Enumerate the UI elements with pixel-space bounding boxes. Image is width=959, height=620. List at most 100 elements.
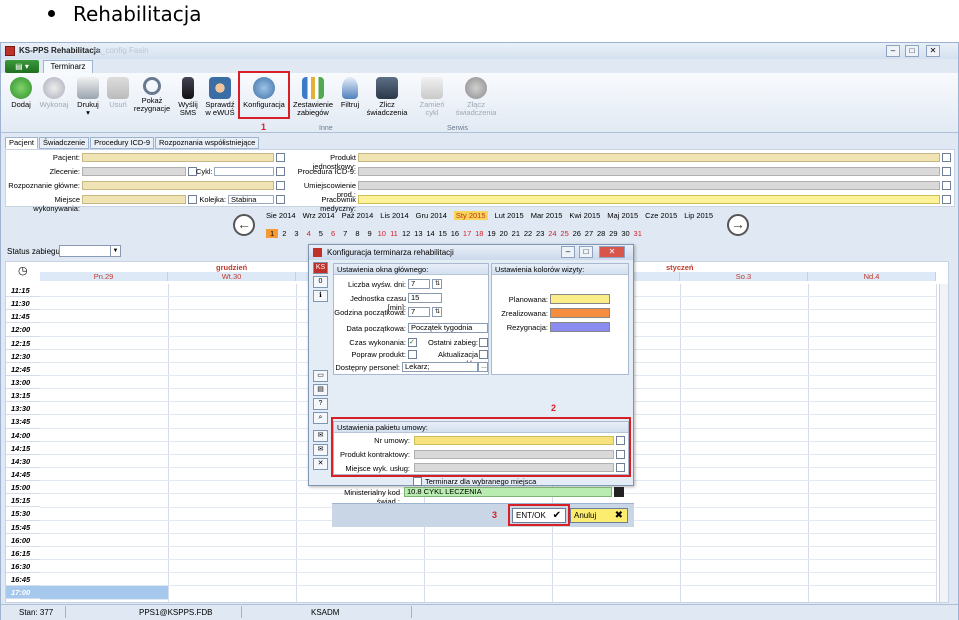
day-8[interactable]: 8 <box>351 229 363 238</box>
day-26[interactable]: 26 <box>571 229 583 238</box>
day-2[interactable]: 2 <box>278 229 290 238</box>
dialog-maximize-button[interactable]: □ <box>579 246 593 258</box>
tab-pacjent[interactable]: Pacjent <box>5 137 39 149</box>
tab-swiadczenie[interactable]: Świadczenie <box>39 137 90 149</box>
jednostka-select[interactable]: 15 <box>408 293 442 303</box>
day-30[interactable]: 30 <box>619 229 631 238</box>
mail-send-icon[interactable]: ✉ <box>313 444 328 456</box>
popraw-checkbox[interactable] <box>408 350 417 359</box>
day-29[interactable]: 29 <box>607 229 619 238</box>
zero-icon[interactable]: 0 <box>313 276 328 288</box>
day-11[interactable]: 11 <box>388 229 400 238</box>
day-25[interactable]: 25 <box>559 229 571 238</box>
day-21[interactable]: 21 <box>510 229 522 238</box>
month-0[interactable]: Sie 2014 <box>266 211 296 220</box>
status-select[interactable]: ▼ <box>59 245 121 257</box>
mail-icon[interactable]: ✉ <box>313 430 328 442</box>
filter-button[interactable]: Filtruj <box>337 77 363 109</box>
time-slot-row[interactable] <box>40 534 937 547</box>
day-5[interactable]: 5 <box>315 229 327 238</box>
dostepny-picker[interactable]: … <box>478 362 488 372</box>
day-16[interactable]: 16 <box>449 229 461 238</box>
help-icon[interactable]: ? <box>313 398 328 410</box>
day-19[interactable]: 19 <box>485 229 497 238</box>
tab-procedury[interactable]: Procedury ICD-9 <box>90 137 154 149</box>
day-13[interactable]: 13 <box>412 229 424 238</box>
day-27[interactable]: 27 <box>583 229 595 238</box>
zrealizowana-color[interactable] <box>550 308 610 318</box>
month-7[interactable]: Mar 2015 <box>531 211 563 220</box>
day-23[interactable]: 23 <box>534 229 546 238</box>
time-slot-row[interactable] <box>40 547 937 561</box>
rezygnacja-color[interactable] <box>550 322 610 332</box>
prev-month-arrow-icon[interactable]: ← <box>233 214 255 236</box>
umiejscowienie-field[interactable] <box>358 181 940 190</box>
month-6[interactable]: Lut 2015 <box>495 211 524 220</box>
info-icon[interactable]: ℹ <box>313 290 328 302</box>
day-7[interactable]: 7 <box>339 229 351 238</box>
count-services-button[interactable]: Zlicz świadczenia <box>365 77 409 117</box>
procedura-picker[interactable] <box>942 167 951 176</box>
day-31[interactable]: 31 <box>632 229 644 238</box>
maximize-button[interactable]: □ <box>905 45 919 57</box>
time-slot-row[interactable] <box>40 586 168 600</box>
day-18[interactable]: 18 <box>473 229 485 238</box>
send-sms-button[interactable]: Wyślij SMS <box>173 77 203 117</box>
add-button[interactable]: Dodaj <box>7 77 35 109</box>
terminarz-checkbox[interactable] <box>413 477 422 486</box>
search-icon[interactable]: ⌕ <box>313 412 328 424</box>
close-button[interactable]: ✕ <box>926 45 940 57</box>
kolejka-dropdown[interactable] <box>276 195 285 204</box>
month-3[interactable]: Lis 2014 <box>380 211 408 220</box>
day-1[interactable]: 1 <box>266 229 279 238</box>
day-3[interactable]: 3 <box>290 229 302 238</box>
chevron-down-icon[interactable]: ▼ <box>110 246 120 256</box>
day-12[interactable]: 12 <box>400 229 412 238</box>
godzina-spinner[interactable]: ⇅ <box>432 307 442 317</box>
cykl-field[interactable] <box>214 167 274 176</box>
month-11[interactable]: Lip 2015 <box>684 211 713 220</box>
day-28[interactable]: 28 <box>595 229 607 238</box>
tab-terminarz[interactable]: Terminarz <box>43 60 93 74</box>
cykl-picker[interactable] <box>276 167 285 176</box>
execute-button[interactable]: Wykonaj <box>37 77 71 109</box>
godzina-input[interactable]: 7 <box>408 307 430 317</box>
day-24[interactable]: 24 <box>546 229 558 238</box>
produkt-field[interactable] <box>358 153 940 162</box>
day-20[interactable]: 20 <box>498 229 510 238</box>
day-9[interactable]: 9 <box>364 229 376 238</box>
ministerialny-picker[interactable] <box>614 487 624 497</box>
ostatni-checkbox[interactable] <box>479 338 488 347</box>
month-2[interactable]: Paź 2014 <box>342 211 374 220</box>
month-5[interactable]: Sty 2015 <box>453 211 488 220</box>
aktualizacja-checkbox[interactable] <box>479 350 488 359</box>
print-button[interactable]: Drukuj ▾ <box>73 77 103 117</box>
day-10[interactable]: 10 <box>376 229 388 238</box>
czas-checkbox[interactable]: ✓ <box>408 338 417 347</box>
produkt-picker[interactable] <box>942 153 951 162</box>
umiejscowienie-picker[interactable] <box>942 181 951 190</box>
zlecenie-field[interactable] <box>82 167 186 176</box>
day-14[interactable]: 14 <box>424 229 436 238</box>
check-ewus-button[interactable]: Sprawdź w eWUŚ <box>203 77 237 117</box>
dialog-minimize-button[interactable]: – <box>561 246 575 258</box>
show-resignations-button[interactable]: Pokaż rezygnacje <box>133 77 171 113</box>
data-select[interactable]: Początek tygodnia <box>408 323 488 333</box>
month-8[interactable]: Kwi 2015 <box>569 211 600 220</box>
pacjent-field[interactable] <box>82 153 274 162</box>
month-10[interactable]: Cze 2015 <box>645 211 677 220</box>
minimize-button[interactable]: – <box>886 45 900 57</box>
ministerialny-field[interactable]: 10.8 CYKL LECZENIA <box>404 487 612 497</box>
month-1[interactable]: Wrz 2014 <box>303 211 335 220</box>
day-15[interactable]: 15 <box>437 229 449 238</box>
dostepny-input[interactable]: Lekarz; <box>402 362 478 372</box>
next-month-arrow-icon[interactable]: → <box>727 214 749 236</box>
summary-button[interactable]: Zestawienie zabiegów <box>291 77 335 117</box>
planowana-color[interactable] <box>550 294 610 304</box>
time-slot-row[interactable] <box>40 573 937 587</box>
merge-services-button[interactable]: Złącz świadczenia <box>453 77 499 117</box>
day-4[interactable]: 4 <box>303 229 315 238</box>
liczba-dni-spinner[interactable]: ⇅ <box>432 279 442 289</box>
rozpoznanie-field[interactable] <box>82 181 274 190</box>
liczba-dni-input[interactable]: 7 <box>408 279 430 289</box>
